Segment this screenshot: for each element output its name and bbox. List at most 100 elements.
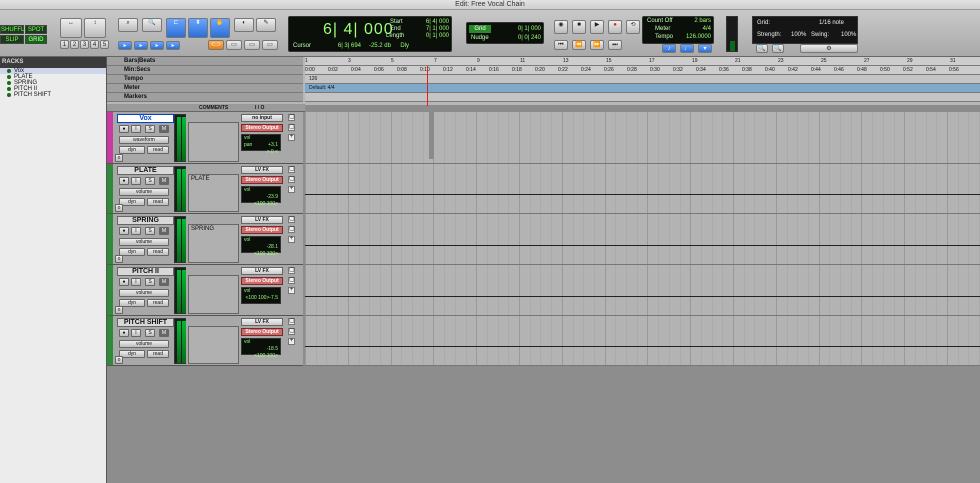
input-selector[interactable]: LV FX <box>241 318 283 326</box>
meter-ruler[interactable]: Default: 4/4 <box>305 84 980 93</box>
track-comment[interactable] <box>188 326 239 364</box>
record-icon[interactable]: ● <box>608 20 622 34</box>
grid-settings-value[interactable]: 1/16 note <box>819 20 844 26</box>
toggle-io-icon[interactable]: ▢ <box>288 216 295 223</box>
mute-icon[interactable]: M <box>159 177 169 185</box>
vol-value[interactable]: -23.9 <box>267 194 278 201</box>
smart-tool-a-icon[interactable]: ▸ <box>118 41 132 50</box>
solo-icon[interactable]: S <box>145 227 155 235</box>
mute-icon[interactable]: M <box>159 125 169 133</box>
tab-transients-icon[interactable]: ▭ <box>262 40 278 50</box>
automation-mode-selector[interactable]: read <box>147 198 169 206</box>
track-playlist-lane[interactable] <box>305 265 980 316</box>
record-enable-icon[interactable]: ● <box>119 177 129 185</box>
start-value[interactable]: 6| 4| 000 <box>413 19 449 25</box>
output-selector[interactable]: Stereo Output <box>241 124 283 132</box>
record-enable-icon[interactable]: ● <box>119 125 129 133</box>
track-view-selector[interactable]: volume <box>119 188 169 196</box>
output-selector[interactable]: Stereo Output <box>241 277 283 285</box>
smart-tool-b-icon[interactable]: ▸ <box>134 41 148 50</box>
output-selector[interactable]: Stereo Output <box>241 176 283 184</box>
track-name[interactable]: SPRING <box>117 216 174 225</box>
stop-icon[interactable]: ■ <box>572 20 586 34</box>
zoom-out-icon[interactable]: 🔍 <box>772 44 784 53</box>
add-lane-icon[interactable]: + <box>288 236 295 243</box>
zoom-vertical-icon[interactable]: ↕ <box>84 18 106 38</box>
track-playlist-lane[interactable] <box>305 164 980 214</box>
input-selector[interactable]: LV FX <box>241 267 283 275</box>
output-selector[interactable]: Stereo Output <box>241 226 283 234</box>
rewind-icon[interactable]: ⏪ <box>572 40 586 50</box>
toggle-output-icon[interactable]: ▢ <box>288 226 295 233</box>
toggle-io-icon[interactable]: ▢ <box>288 318 295 325</box>
insertion-follows-icon[interactable]: ▭ <box>244 40 260 50</box>
conductor-icon[interactable]: ♩ <box>680 44 694 53</box>
track-name[interactable]: Vox <box>117 114 174 123</box>
input-monitor-icon[interactable]: I <box>131 278 141 286</box>
zoom-preset-2[interactable]: 2 <box>70 40 79 49</box>
toggle-output-icon[interactable]: ▢ <box>288 124 295 131</box>
track-view-selector[interactable]: volume <box>119 340 169 348</box>
tempo-value[interactable]: 126.0000 <box>679 34 711 40</box>
main-counter[interactable]: 6| 4| 000 Cursor 6| 3| 694 -25.2 db Dly … <box>288 16 452 52</box>
input-monitor-icon[interactable]: I <box>131 329 141 337</box>
volume-automation-line[interactable] <box>305 245 980 246</box>
zoom-preset-1[interactable]: 1 <box>60 40 69 49</box>
volume-automation-line[interactable] <box>305 296 980 297</box>
toggle-output-icon[interactable]: ▢ <box>288 176 295 183</box>
automation-mode-selector[interactable]: read <box>147 350 169 358</box>
track-timebase-icon[interactable]: o <box>115 356 123 364</box>
grabber-tool-icon[interactable]: ✋ <box>210 18 230 38</box>
input-monitor-icon[interactable]: I <box>131 227 141 235</box>
count-off-label[interactable]: Count Off <box>647 18 673 24</box>
track-playlist-lane[interactable] <box>305 214 980 265</box>
link-track-icon[interactable]: ▭ <box>226 40 242 50</box>
slip-mode-button[interactable]: SLIP <box>0 35 24 44</box>
output-selector[interactable]: Stereo Output <box>241 328 283 336</box>
mute-icon[interactable]: M <box>159 227 169 235</box>
add-lane-icon[interactable]: + <box>288 287 295 294</box>
track-view-selector[interactable]: waveform <box>119 136 169 144</box>
track-playlist-lane[interactable] <box>305 316 980 366</box>
track-timebase-icon[interactable]: o <box>115 255 123 263</box>
add-lane-icon[interactable]: + <box>288 186 295 193</box>
magnifier-icon[interactable]: 🔍 <box>142 18 162 32</box>
shuffle-mode-button[interactable]: SHUFFLE <box>0 25 28 34</box>
tempo-ruler-icon[interactable]: ▾ <box>698 44 712 53</box>
pencil-tool-icon[interactable]: ✎ <box>256 18 276 32</box>
volume-pan-display[interactable]: vol +3.1 pan > 0 < <box>241 134 281 155</box>
input-monitor-icon[interactable]: I <box>131 125 141 133</box>
volume-pan-display[interactable]: vol -28.1 <100 100> <box>241 236 281 257</box>
scrubber-tool-icon[interactable]: ◐ <box>234 18 254 32</box>
record-enable-icon[interactable]: ● <box>119 227 129 235</box>
minsecs-ruler[interactable]: 0:00 0:02 0:04 0:06 0:08 0:10 0:12 0:14 0:16 0:18… <box>305 66 980 75</box>
record-enable-icon[interactable]: ● <box>119 329 129 337</box>
track-comment[interactable]: PLATE <box>188 174 239 212</box>
toggle-output-icon[interactable]: ▢ <box>288 277 295 284</box>
midi-merge-icon[interactable]: ♪ <box>662 44 676 53</box>
track-name[interactable]: PLATE <box>117 166 174 175</box>
track-comment[interactable] <box>188 122 239 162</box>
spot-mode-button[interactable]: SPOT <box>25 25 47 34</box>
track-timebase-icon[interactable]: o <box>115 154 123 162</box>
input-selector[interactable]: no input <box>241 114 283 122</box>
return-to-zero-icon[interactable]: ⏮ <box>554 40 568 50</box>
trim-tool-icon[interactable]: ⊏ <box>166 18 186 38</box>
link-timeline-icon[interactable]: ⊂⊃ <box>208 40 224 50</box>
track-name[interactable]: PITCH II <box>117 267 174 276</box>
automation-mode-selector[interactable]: read <box>147 299 169 307</box>
online-icon[interactable]: ◉ <box>554 20 568 34</box>
settings-gear-icon[interactable]: ⚙ <box>800 44 858 53</box>
track-comment[interactable] <box>188 275 239 314</box>
vol-value[interactable]: +3.1 <box>268 142 278 149</box>
go-to-end-icon[interactable]: ⏭ <box>608 40 622 50</box>
zoomer-tool-icon[interactable]: ⌕ <box>118 18 138 32</box>
vol-value[interactable]: -18.5 <box>267 346 278 353</box>
track-playlist-lane[interactable] <box>305 112 980 164</box>
track-name[interactable]: PITCH SHIFT <box>117 318 174 327</box>
meter-marker[interactable]: Default: 4/4 <box>309 85 335 91</box>
markers-ruler[interactable] <box>305 93 980 102</box>
smart-tool-c-icon[interactable]: ▸ <box>150 41 164 50</box>
toggle-output-icon[interactable]: ▢ <box>288 328 295 335</box>
input-selector[interactable]: LV FX <box>241 166 283 174</box>
